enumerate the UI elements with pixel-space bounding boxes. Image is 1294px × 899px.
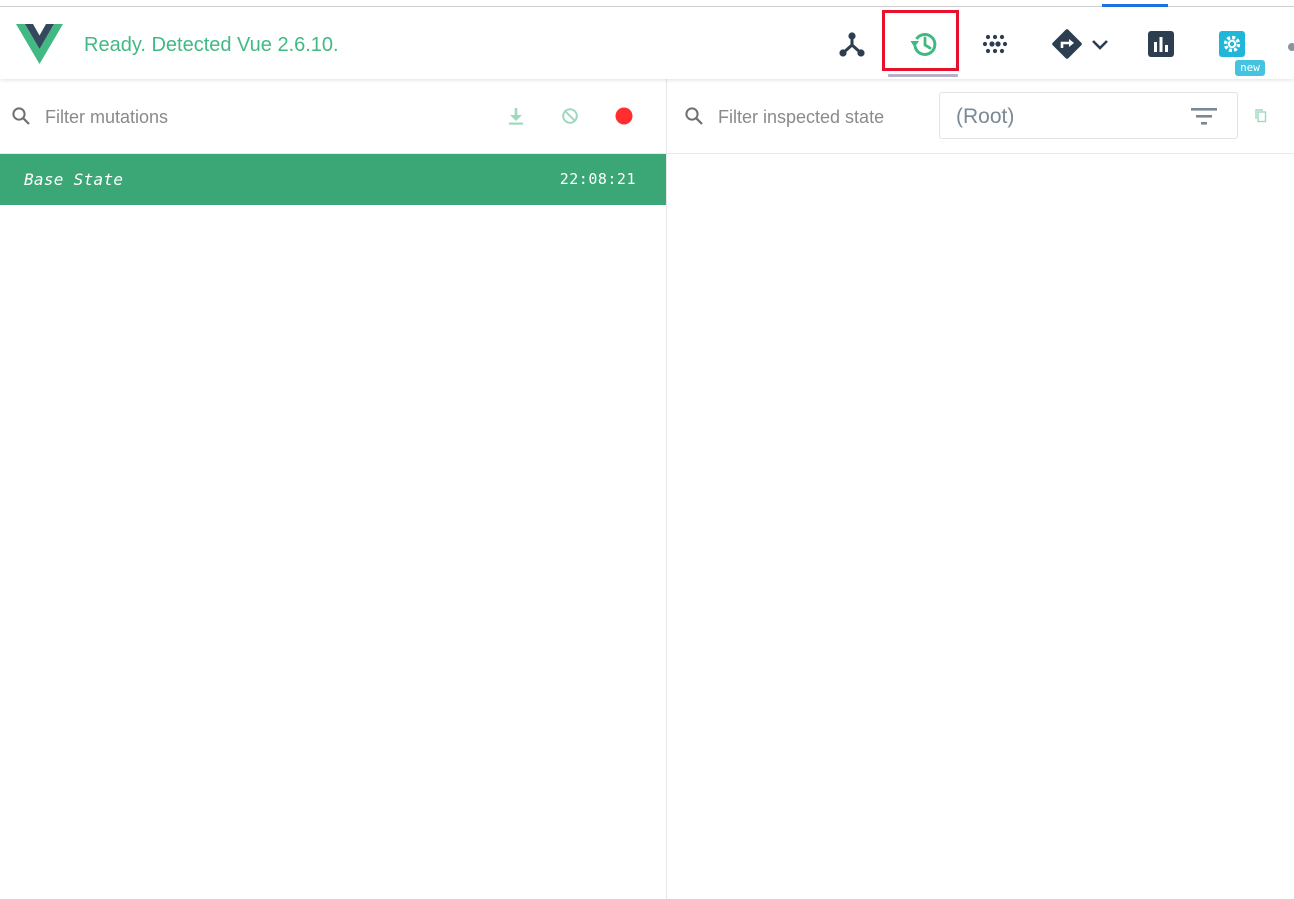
nav-settings-button[interactable]	[1217, 24, 1247, 64]
clear-icon	[562, 108, 578, 124]
filter-list-icon	[1191, 108, 1217, 125]
routing-directions-icon	[1052, 29, 1082, 59]
nav-performance-button[interactable]	[1146, 24, 1176, 64]
nav-routing-button[interactable]	[1048, 24, 1112, 64]
new-badge: new	[1235, 60, 1265, 76]
record-icon	[615, 107, 633, 125]
app-header: Ready. Detected Vue 2.6.10. new	[0, 7, 1294, 79]
state-scope-select[interactable]: (Root)	[939, 92, 1238, 139]
state-inspector-pane: (Root)	[667, 79, 1294, 899]
clear-mutations-button[interactable]	[559, 105, 581, 127]
nav-events-button[interactable]	[980, 24, 1010, 64]
mutations-toolbar	[0, 79, 666, 154]
search-icon	[12, 107, 30, 125]
nav-active-underline	[888, 74, 958, 77]
filter-mutations-input[interactable]	[43, 101, 467, 133]
nav-highlight-box	[882, 10, 959, 71]
mutations-pane: Base State 22:08:21	[0, 79, 667, 899]
commit-all-button[interactable]	[505, 105, 527, 127]
nav-components-button[interactable]	[835, 24, 869, 64]
mutation-list-item[interactable]: Base State 22:08:21	[0, 154, 666, 205]
search-icon	[685, 107, 703, 125]
bar-chart-icon	[1148, 31, 1174, 57]
mutation-name: Base State	[24, 170, 124, 189]
vue-logo-icon	[16, 24, 63, 64]
chevron-down-icon	[1092, 40, 1108, 50]
status-message: Ready. Detected Vue 2.6.10.	[84, 34, 339, 56]
download-icon	[509, 108, 523, 125]
mutation-timestamp: 22:08:21	[559, 170, 636, 188]
record-toggle-button[interactable]	[613, 105, 635, 127]
gear-icon	[1219, 31, 1245, 57]
browser-top-strip	[0, 0, 1294, 7]
component-tree-icon	[839, 32, 865, 57]
select-value: (Root)	[956, 105, 1015, 128]
inspector-toolbar: (Root)	[667, 79, 1294, 154]
copy-icon[interactable]	[1255, 109, 1267, 123]
filter-inspected-state-input[interactable]	[716, 101, 930, 133]
events-dots-icon	[982, 34, 1008, 54]
overflow-edge-icon	[1288, 43, 1294, 51]
